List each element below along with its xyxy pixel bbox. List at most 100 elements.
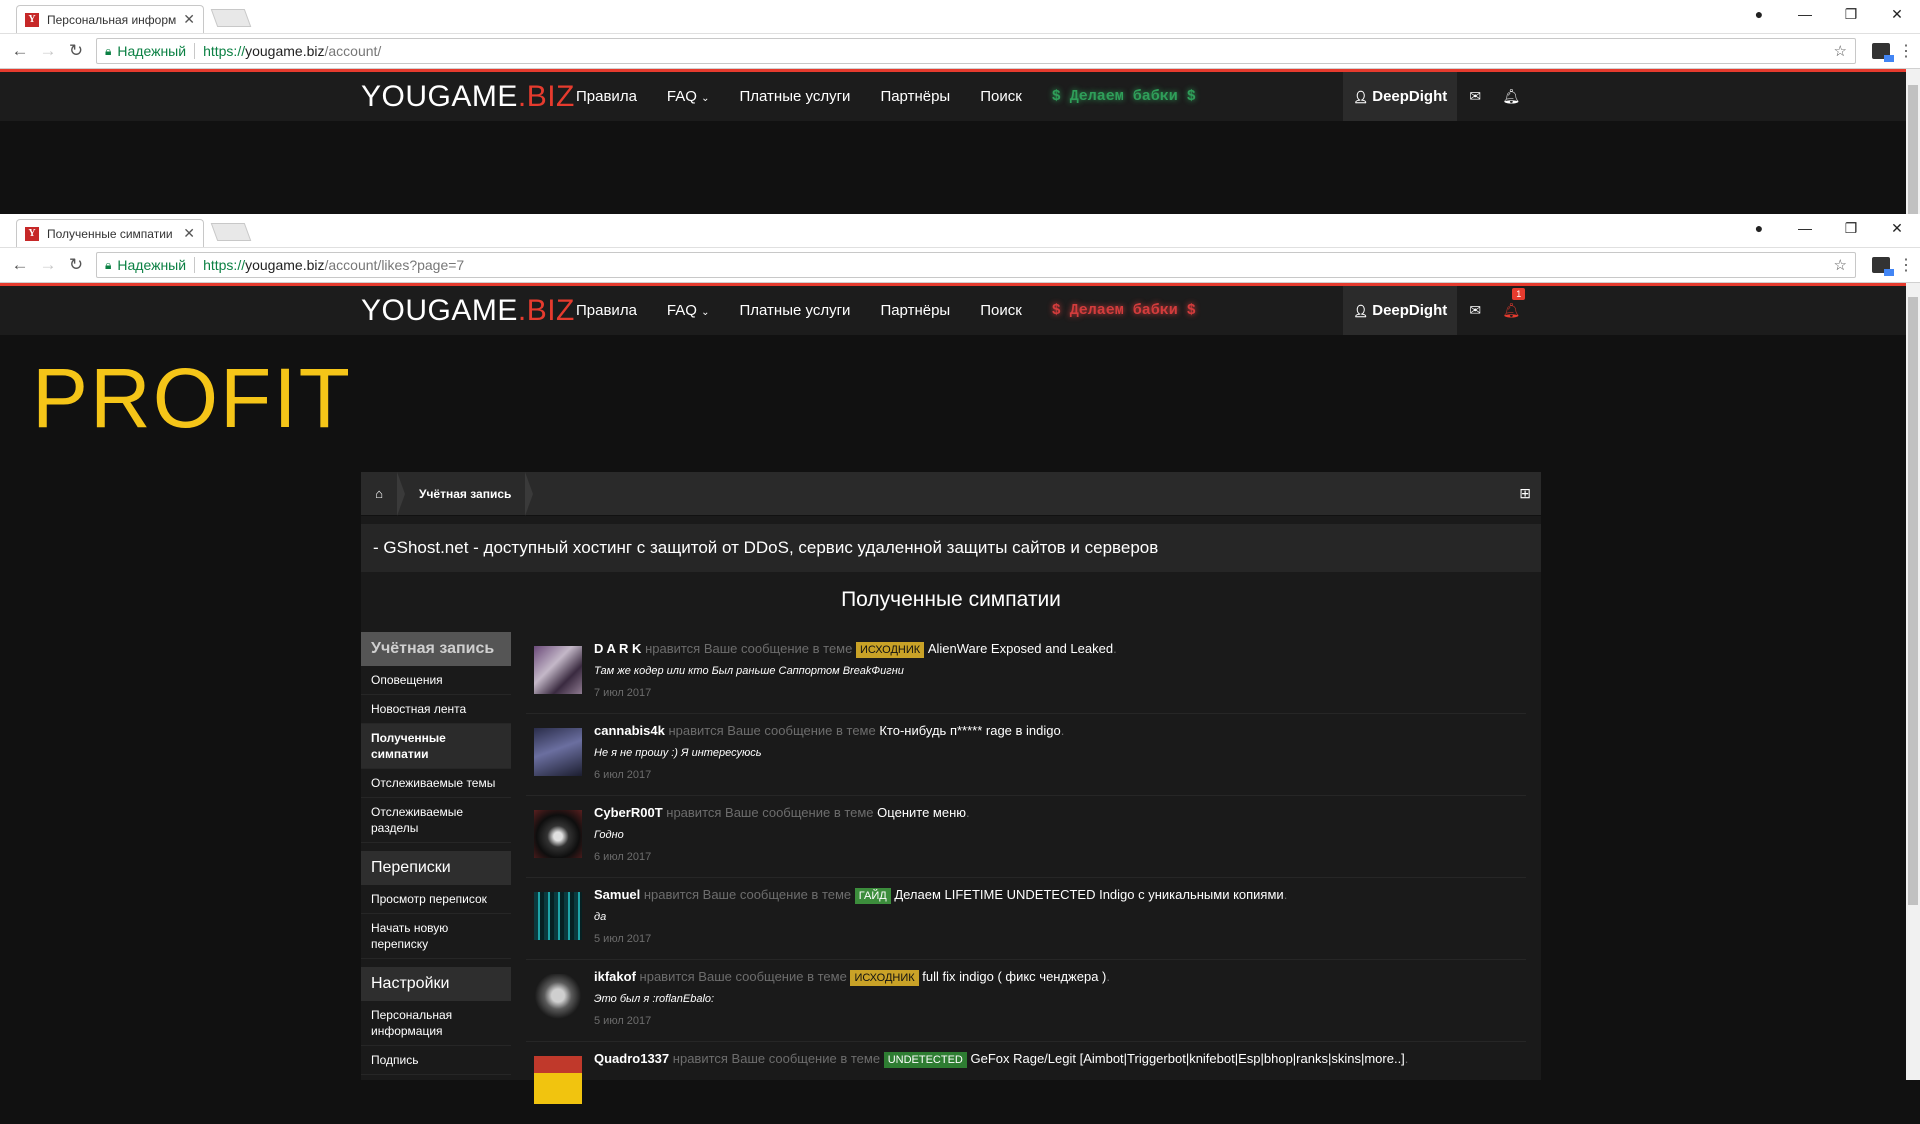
username-link[interactable]: D A R K	[594, 641, 641, 656]
scrollbar[interactable]	[1906, 283, 1920, 1080]
sidebar-item-watched-threads[interactable]: Отслеживаемые темы	[361, 769, 511, 798]
sitemap-icon[interactable]: ⊞	[1519, 485, 1531, 502]
browser-tab[interactable]: Y Персональная информ ✕	[16, 5, 204, 33]
url-scheme: https://	[203, 43, 246, 59]
thread-link[interactable]: GeFox Rage/Legit [Aimbot|Triggerbot|knif…	[970, 1051, 1404, 1066]
thread-link[interactable]: AlienWare Exposed and Leaked	[928, 641, 1113, 656]
sidebar-item-alerts[interactable]: Оповещения	[361, 666, 511, 695]
sidebar-item-new-conversation[interactable]: Начать новую переписку	[361, 914, 511, 959]
post-snippet: Не я не прошу :) Я интересуюсь	[594, 747, 762, 759]
bookmark-star-icon[interactable]: ☆	[1834, 42, 1847, 60]
nav-promo[interactable]: $ Делаем бабки $	[1052, 302, 1196, 319]
restore-icon[interactable]: ❐	[1828, 6, 1874, 23]
back-arrow-icon[interactable]: ←	[6, 255, 34, 275]
ad-banner[interactable]: - GShost.net - доступный хостинг с защит…	[361, 524, 1541, 572]
nav-rules[interactable]: Правила	[576, 302, 637, 319]
sidebar-head-account[interactable]: Учётная запись	[361, 632, 511, 666]
nav-paid[interactable]: Платные услуги	[740, 302, 851, 319]
username-link[interactable]: CyberR00T	[594, 805, 663, 820]
user-menu-button[interactable]: 👤︎ DeepDight	[1343, 72, 1458, 121]
nav-paid[interactable]: Платные услуги	[740, 88, 851, 105]
thread-prefix-tag: UNDETECTED	[883, 1052, 967, 1068]
avatar[interactable]	[534, 646, 582, 694]
sidebar-item-personal-info[interactable]: Персональная информация	[361, 1001, 511, 1046]
list-item: cannabis4k нравится Ваше сообщение в тем…	[526, 714, 1526, 796]
thread-link[interactable]: Кто-нибудь п***** rage в indigo	[879, 723, 1060, 738]
sidebar-item-news-feed[interactable]: Новостная лента	[361, 695, 511, 724]
nav-search[interactable]: Поиск	[980, 88, 1022, 105]
extension-icon[interactable]	[1872, 257, 1894, 276]
like-action: нравится Ваше сообщение в теме	[643, 887, 852, 902]
close-tab-icon[interactable]: ✕	[183, 11, 195, 28]
forward-arrow-icon[interactable]: →	[34, 41, 62, 61]
username-link[interactable]: cannabis4k	[594, 723, 665, 738]
bell-icon[interactable]: 🔔︎ 1	[1493, 288, 1529, 319]
minimize-icon[interactable]: —	[1782, 220, 1828, 236]
site-logo[interactable]: YOUGAME.BIZ	[361, 294, 575, 328]
extension-icon[interactable]	[1872, 43, 1894, 62]
secure-label: Надежный	[117, 43, 187, 59]
new-tab-button[interactable]	[210, 9, 252, 27]
avatar[interactable]	[534, 974, 582, 1022]
nav-promo[interactable]: $ Делаем бабки $	[1052, 88, 1196, 105]
chrome-menu-icon[interactable]: ⋮	[1898, 41, 1914, 61]
envelope-icon[interactable]: ✉	[1457, 88, 1493, 105]
new-tab-button[interactable]	[210, 223, 252, 241]
nav-faq[interactable]: FAQ ⌄	[667, 88, 710, 105]
reload-icon[interactable]: ↻	[62, 41, 90, 61]
avatar[interactable]	[534, 810, 582, 858]
back-arrow-icon[interactable]: ←	[6, 41, 34, 61]
thread-link[interactable]: Делаем LIFETIME UNDETECTED Indigo с уник…	[894, 887, 1283, 902]
username-link[interactable]: ikfakof	[594, 969, 636, 984]
profile-icon[interactable]: ●	[1736, 6, 1782, 22]
avatar[interactable]	[534, 892, 582, 940]
sidebar-item-signature[interactable]: Подпись	[361, 1046, 511, 1075]
reload-icon[interactable]: ↻	[62, 255, 90, 275]
like-date: 7 июл 2017	[594, 687, 652, 699]
sidebar-item-view-conversations[interactable]: Просмотр переписок	[361, 885, 511, 914]
forward-arrow-icon[interactable]: →	[34, 255, 62, 275]
breadcrumb-account[interactable]: Учётная запись	[405, 487, 525, 501]
sidebar-head-settings[interactable]: Настройки	[361, 967, 511, 1001]
nav-rules[interactable]: Правила	[576, 88, 637, 105]
nav-search[interactable]: Поиск	[980, 302, 1022, 319]
post-snippet: Годно	[594, 829, 624, 841]
profile-icon[interactable]: ●	[1736, 220, 1782, 236]
url-input[interactable]: 🔒︎ Надежный https://yougame.biz/account/…	[96, 38, 1856, 64]
chrome-menu-icon[interactable]: ⋮	[1898, 255, 1914, 275]
avatar[interactable]	[534, 1056, 582, 1104]
nav-faq[interactable]: FAQ ⌄	[667, 302, 710, 319]
browser-tab[interactable]: Y Полученные симпатии ✕	[16, 219, 204, 247]
like-action: нравится Ваше сообщение в теме	[666, 805, 874, 820]
thread-prefix-tag: ГАЙД	[854, 888, 891, 904]
avatar[interactable]	[534, 728, 582, 776]
lock-icon: 🔒︎	[105, 43, 112, 58]
profit-overlay-text: PROFIT	[32, 351, 352, 445]
home-icon[interactable]: ⌂	[361, 472, 397, 515]
bookmark-star-icon[interactable]: ☆	[1834, 256, 1847, 274]
envelope-icon[interactable]: ✉	[1457, 302, 1493, 319]
page-title: Полученные симпатии	[841, 588, 1061, 611]
nav-partners[interactable]: Партнёры	[880, 302, 950, 319]
minimize-icon[interactable]: —	[1782, 6, 1828, 22]
restore-icon[interactable]: ❐	[1828, 220, 1874, 237]
nav-partners[interactable]: Партнёры	[880, 88, 950, 105]
user-menu-button[interactable]: 👤︎ DeepDight	[1343, 286, 1458, 335]
thread-link[interactable]: Оцените меню	[877, 805, 966, 820]
sidebar-item-likes[interactable]: Полученные симпатии	[361, 724, 511, 769]
bell-icon[interactable]: 🔔︎	[1493, 88, 1529, 105]
list-item: Quadro1337 нравится Ваше сообщение в тем…	[526, 1042, 1526, 1124]
url-input[interactable]: 🔒︎ Надежный https://yougame.biz/account/…	[96, 252, 1856, 278]
username-link[interactable]: Samuel	[594, 887, 640, 902]
crumb-separator	[397, 471, 405, 516]
address-bar-row: ← → ↻ 🔒︎ Надежный https://yougame.biz/ac…	[0, 248, 1920, 283]
site-logo[interactable]: YOUGAME.BIZ	[361, 80, 575, 114]
close-tab-icon[interactable]: ✕	[183, 225, 195, 242]
scrollbar[interactable]	[1906, 69, 1920, 214]
username-link[interactable]: Quadro1337	[594, 1051, 669, 1066]
close-window-icon[interactable]: ✕	[1874, 220, 1920, 237]
sidebar-item-watched-forums[interactable]: Отслеживаемые разделы	[361, 798, 511, 843]
thread-link[interactable]: full fix indigo ( фикс ченджера )	[922, 969, 1106, 984]
close-window-icon[interactable]: ✕	[1874, 6, 1920, 23]
sidebar-head-conversations[interactable]: Переписки	[361, 851, 511, 885]
